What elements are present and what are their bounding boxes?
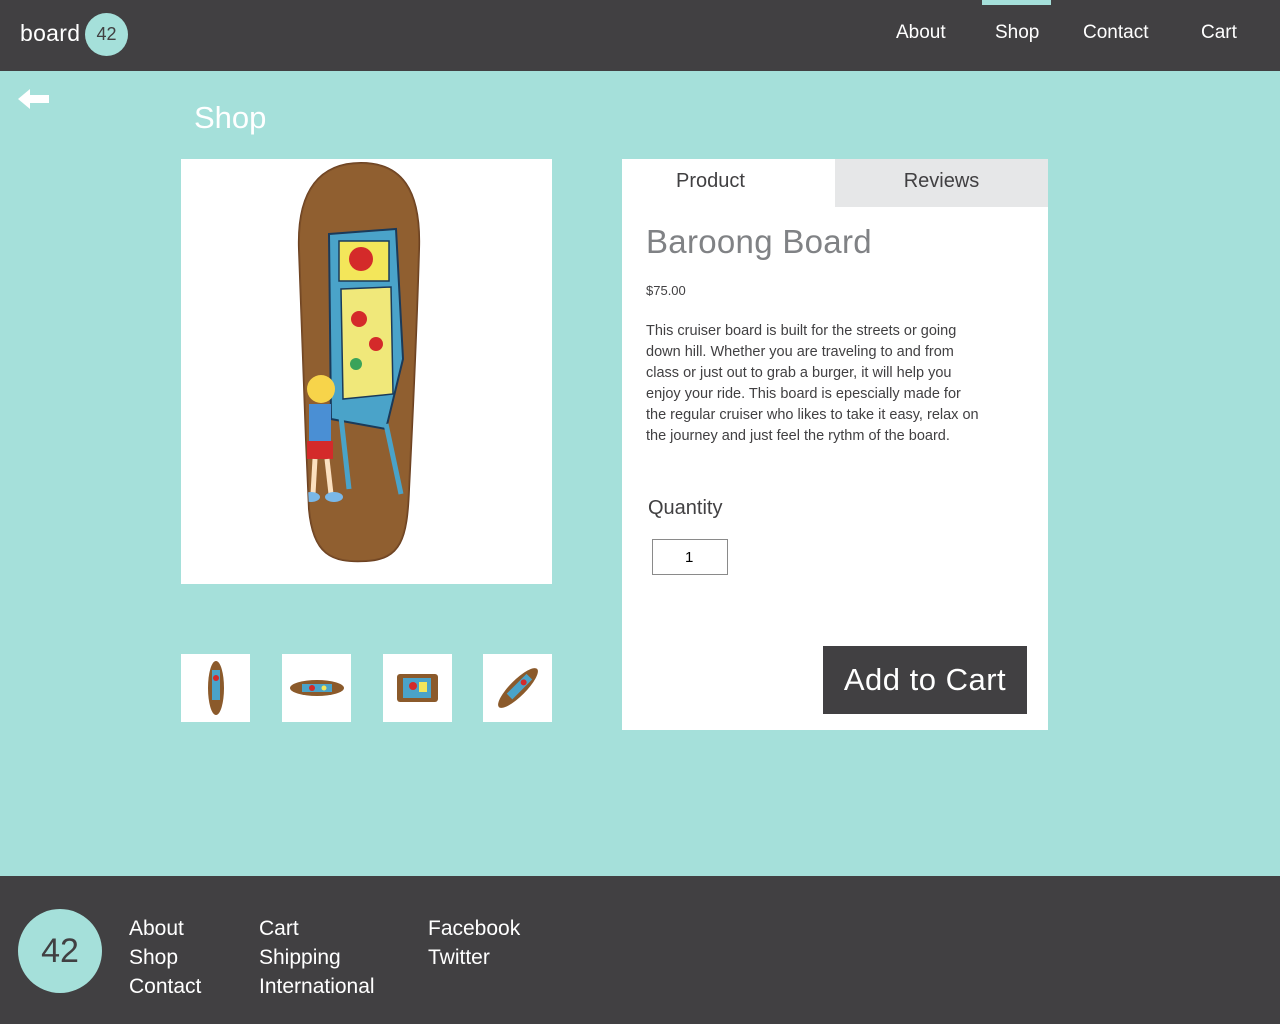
nav-about[interactable]: About xyxy=(896,22,946,44)
product-panel: Product Reviews Baroong Board $75.00 Thi… xyxy=(622,159,1048,730)
footer-link-shop[interactable]: Shop xyxy=(129,943,201,972)
arrow-left-icon[interactable] xyxy=(18,88,50,110)
footer-link-twitter[interactable]: Twitter xyxy=(428,943,520,972)
product-description: This cruiser board is built for the stre… xyxy=(646,323,979,444)
board-front-view xyxy=(208,661,224,715)
footer-link-international[interactable]: International xyxy=(259,972,375,1001)
footer-link-contact[interactable]: Contact xyxy=(129,972,201,1001)
quantity-input[interactable] xyxy=(652,539,728,575)
thumbnail-2[interactable] xyxy=(282,654,351,722)
product-title: Baroong Board xyxy=(646,223,872,260)
footer-link-about[interactable]: About xyxy=(129,914,201,943)
add-to-cart-button[interactable]: Add to Cart xyxy=(823,646,1027,714)
top-navbar: board 42 About Shop Contact Cart xyxy=(0,0,1280,71)
active-nav-indicator xyxy=(982,0,1051,5)
product-main-image xyxy=(181,159,552,584)
footer-link-facebook[interactable]: Facebook xyxy=(428,914,520,943)
tab-reviews[interactable]: Reviews xyxy=(835,159,1048,207)
thumbnail-1[interactable] xyxy=(181,654,250,722)
board-top-flat-view xyxy=(397,674,438,702)
logo-badge[interactable]: 42 xyxy=(85,13,128,56)
tab-product[interactable]: Product xyxy=(622,159,835,207)
footer-col-3: Facebook Twitter xyxy=(428,914,520,972)
footer: 42 About Shop Contact Cart Shipping Inte… xyxy=(0,876,1280,1024)
board-side-view xyxy=(290,680,344,696)
product-price: $75.00 xyxy=(646,283,686,298)
page-title: Shop xyxy=(194,100,267,135)
footer-col-1: About Shop Contact xyxy=(129,914,201,1001)
board-angled-view xyxy=(498,668,538,708)
footer-logo-badge[interactable]: 42 xyxy=(18,909,102,993)
footer-col-2: Cart Shipping International xyxy=(259,914,375,1001)
thumbnail-4[interactable] xyxy=(483,654,552,722)
nav-shop[interactable]: Shop xyxy=(995,22,1039,44)
logo-text[interactable]: board xyxy=(20,20,80,47)
skateboard-image xyxy=(297,161,421,563)
footer-link-cart[interactable]: Cart xyxy=(259,914,375,943)
quantity-label: Quantity xyxy=(648,497,723,519)
nav-cart[interactable]: Cart xyxy=(1201,22,1237,44)
footer-link-shipping[interactable]: Shipping xyxy=(259,943,375,972)
nav-contact[interactable]: Contact xyxy=(1083,22,1148,44)
thumbnail-3[interactable] xyxy=(383,654,452,722)
